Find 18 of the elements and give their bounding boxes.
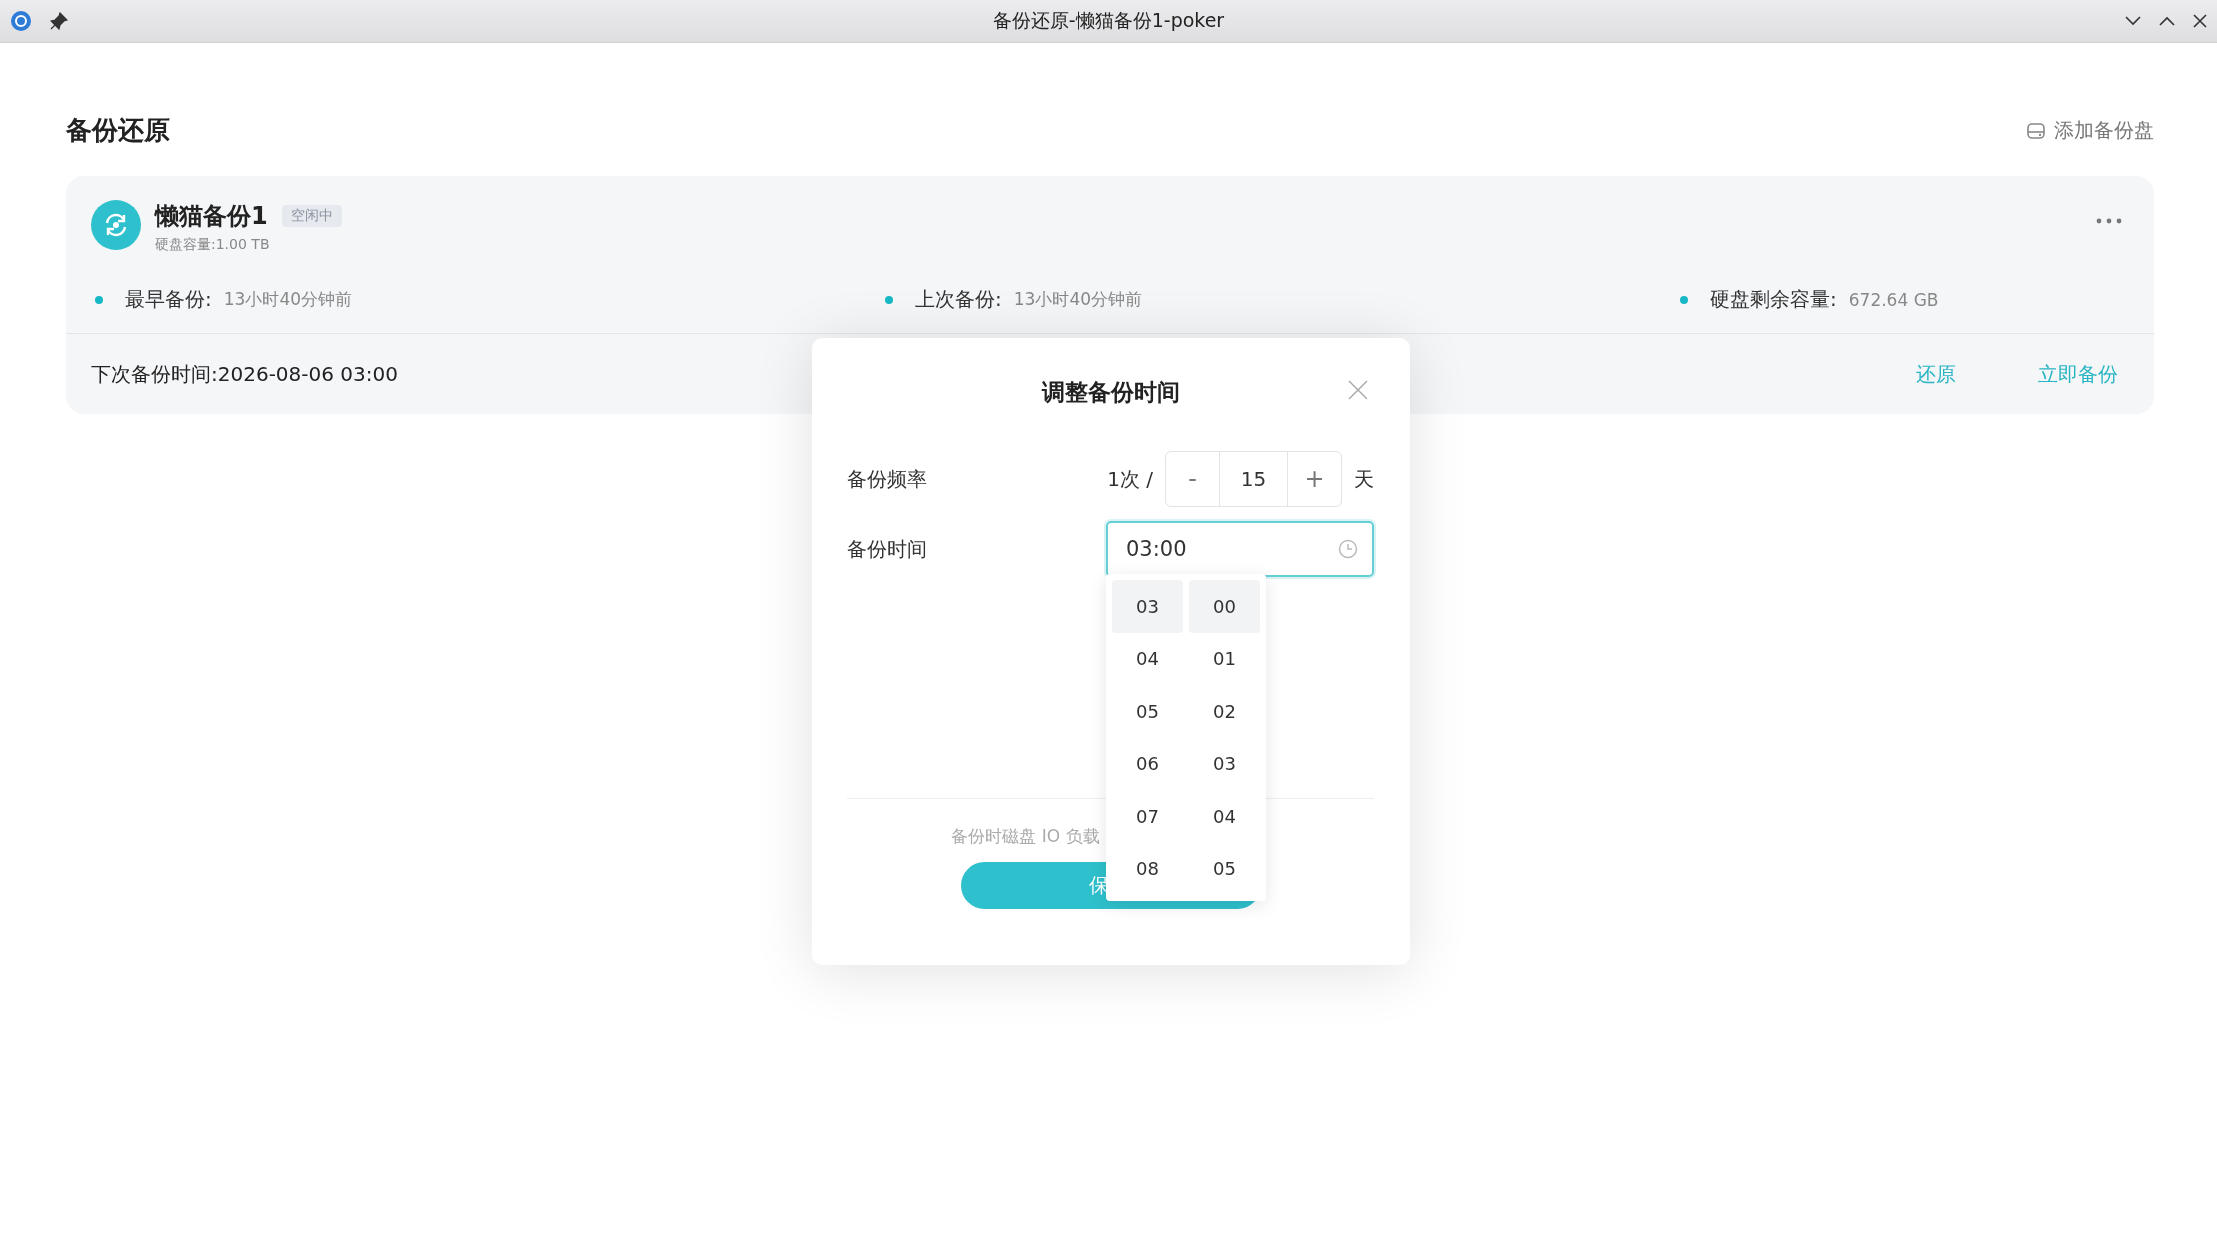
status-badge: 空闲中 [281, 205, 342, 227]
stat-label: 上次备份: [915, 286, 1002, 313]
page-title: 备份还原 [66, 114, 170, 147]
stat-value: 13小时40分钟前 [223, 288, 352, 311]
window-title: 备份还原-懒猫备份1-poker [992, 9, 1225, 31]
hint-text: 备份时磁盘 IO 负载 [951, 825, 1100, 848]
next-backup-time: 下次备份时间:2026-08-06 03:00 [91, 360, 399, 388]
field-label: 备份频率 [847, 465, 928, 493]
field-label: 备份时间 [847, 535, 928, 563]
disk-capacity: 硬盘容量:1.00 TB [155, 236, 271, 254]
frequency-unit: 天 [1354, 465, 1374, 493]
dialog-title: 调整备份时间 [1041, 377, 1180, 407]
stat-value: 672.64 GB [1848, 289, 1939, 310]
frequency-prefix: 1次 / [1107, 465, 1153, 493]
stat-label: 最早备份: [125, 286, 212, 313]
backup-name: 懒猫备份1 [155, 201, 268, 232]
stat-label: 硬盘剩余容量: [1710, 286, 1837, 313]
stat-value: 13小时40分钟前 [1013, 288, 1142, 311]
